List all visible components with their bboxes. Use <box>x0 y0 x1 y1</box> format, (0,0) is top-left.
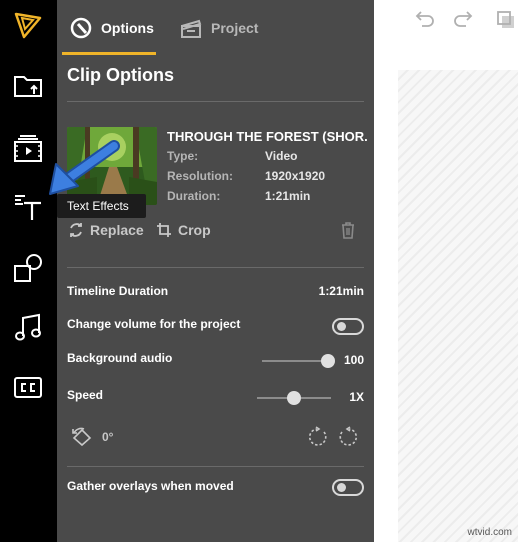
change-volume-label: Change volume for the project <box>67 317 241 331</box>
speed-value: 1X <box>349 390 364 404</box>
background-audio-slider[interactable] <box>262 354 335 368</box>
options-icon <box>69 16 93 40</box>
clapperboard-icon <box>179 16 203 40</box>
replace-label: Replace <box>90 222 144 238</box>
slider-thumb[interactable] <box>321 354 335 368</box>
background-audio-label: Background audio <box>67 351 173 365</box>
duration-value: 1:21min <box>265 189 311 203</box>
divider <box>67 466 364 467</box>
type-label: Type: <box>167 149 199 163</box>
clip-name: THROUGH THE FOREST (SHOR... <box>167 129 367 144</box>
gather-overlays-label: Gather overlays when moved <box>67 479 234 493</box>
panel-tabs: Options Project <box>57 0 374 55</box>
canvas-area: wtvid.com <box>374 0 518 542</box>
duration-label: Duration: <box>167 189 221 203</box>
replace-button[interactable]: Replace <box>67 219 144 241</box>
speed-label: Speed <box>67 388 104 402</box>
timeline-duration-value: 1:21min <box>318 284 364 298</box>
tab-project-label: Project <box>211 19 259 36</box>
music-icon[interactable] <box>8 307 48 347</box>
toggle-knob <box>337 483 346 492</box>
captions-icon[interactable] <box>8 367 48 407</box>
timeline-duration-label: Timeline Duration <box>67 284 169 298</box>
rotate-counterclockwise-icon[interactable] <box>337 426 359 448</box>
upload-folder-icon[interactable] <box>8 65 48 105</box>
divider <box>67 101 364 102</box>
slider-track <box>262 360 328 362</box>
toggle-knob <box>337 322 346 331</box>
options-panel: Options Project Clip Options THROUGH THE… <box>57 0 374 542</box>
shapes-icon[interactable] <box>8 248 48 288</box>
change-volume-toggle[interactable] <box>332 318 364 335</box>
left-sidebar <box>0 0 57 542</box>
resolution-label: Resolution: <box>167 169 233 183</box>
page-title: Clip Options <box>67 65 174 85</box>
crop-label: Crop <box>178 222 211 238</box>
rotate-icon[interactable] <box>71 427 93 447</box>
resolution-value: 1920x1920 <box>265 169 326 183</box>
rotation-value: 0° <box>102 430 114 444</box>
divider <box>67 267 364 268</box>
tab-options-label: Options <box>101 19 154 36</box>
trash-icon[interactable] <box>338 219 358 241</box>
tab-project[interactable]: Project <box>179 0 258 55</box>
slider-thumb[interactable] <box>287 391 301 405</box>
type-value: Video <box>265 149 298 163</box>
speed-slider[interactable] <box>257 391 331 405</box>
watermark: wtvid.com <box>467 527 512 538</box>
video-stage[interactable] <box>398 70 518 542</box>
gather-overlays-toggle[interactable] <box>332 479 364 496</box>
active-tab-indicator <box>62 52 156 55</box>
tab-options[interactable]: Options <box>69 0 154 55</box>
crop-button[interactable]: Crop <box>155 219 211 241</box>
duplicate-icon[interactable] <box>494 8 518 32</box>
background-audio-value: 100 <box>343 353 364 367</box>
logo-icon[interactable] <box>8 5 48 45</box>
redo-icon[interactable] <box>452 8 476 32</box>
replace-icon <box>70 223 82 237</box>
rotate-clockwise-icon[interactable] <box>307 426 329 448</box>
crop-icon <box>157 223 171 237</box>
pointer-arrow-icon <box>49 140 120 195</box>
undo-icon[interactable] <box>412 8 436 32</box>
